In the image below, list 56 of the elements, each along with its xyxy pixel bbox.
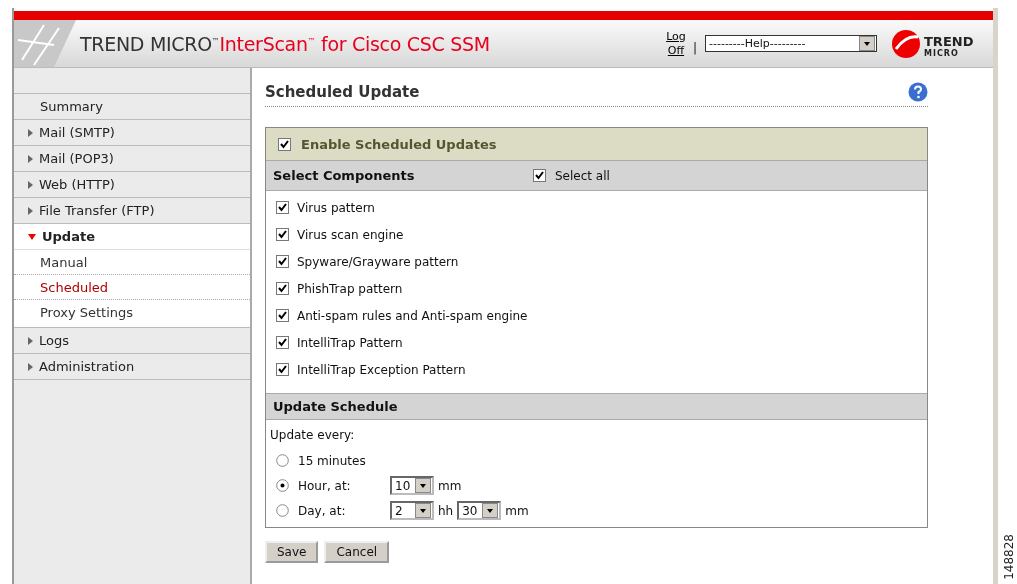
help-dropdown[interactable]: ---------Help--------- — [705, 35, 877, 52]
checkbox[interactable] — [276, 201, 289, 214]
company-logo: TREND MICRO — [891, 26, 975, 61]
radio-button[interactable] — [276, 504, 289, 517]
time-dropdown[interactable]: 30 — [457, 501, 502, 520]
component-label: Spyware/Grayware pattern — [297, 254, 459, 269]
form-button[interactable]: Save — [265, 541, 319, 563]
nav-item[interactable]: Update — [14, 223, 250, 249]
component-label: IntelliTrap Pattern — [297, 335, 403, 350]
brand-name: TREND MICRO$^{™}$ — [80, 32, 220, 55]
nav-subitem[interactable]: Manual — [14, 250, 250, 275]
component-label: Virus pattern — [297, 200, 375, 215]
checkbox[interactable] — [276, 255, 289, 268]
select-all-label: Select all — [555, 168, 610, 183]
caret-right-icon — [28, 206, 33, 215]
option-label: 15 minutes — [298, 453, 367, 468]
checkbox[interactable] — [533, 169, 546, 182]
log-off-link[interactable]: Log Off — [662, 29, 689, 58]
unit-label: hh — [438, 503, 454, 518]
figure-number: 148828 — [1002, 534, 1016, 580]
section-title: Select Components — [273, 168, 416, 183]
nav-subitem[interactable]: Proxy Settings — [14, 300, 250, 324]
caret-down-icon — [28, 233, 36, 240]
checkbox[interactable] — [276, 282, 289, 295]
time-dropdown[interactable]: 2 — [390, 501, 434, 520]
caret-right-icon — [28, 128, 33, 137]
help-icon[interactable] — [908, 82, 928, 102]
option-label: Day, at: — [298, 503, 347, 518]
section-title: Update Schedule — [273, 399, 399, 414]
checkbox[interactable] — [276, 363, 289, 376]
time-dropdown[interactable]: 10 — [390, 476, 434, 495]
checkbox[interactable] — [276, 336, 289, 349]
checkbox[interactable] — [276, 309, 289, 322]
form-button[interactable]: Cancel — [324, 541, 390, 563]
component-label: IntelliTrap Exception Pattern — [297, 362, 466, 377]
header-graphic — [14, 20, 76, 67]
radio-button[interactable] — [276, 454, 289, 467]
option-label: Hour, at: — [298, 478, 352, 493]
component-label: Anti-spam rules and Anti-spam engine — [297, 308, 528, 323]
caret-right-icon — [28, 154, 33, 163]
separator-text: | — [692, 40, 697, 55]
page-title: Scheduled Update — [265, 83, 420, 101]
checkbox[interactable] — [276, 228, 289, 241]
caret-right-icon — [28, 336, 33, 345]
radio-button[interactable] — [276, 479, 289, 492]
schedule-prompt: Update every: — [269, 427, 356, 444]
unit-label: mm — [505, 503, 529, 518]
nav-subitem[interactable]: Scheduled — [14, 275, 250, 300]
component-label: PhishTrap pattern — [297, 281, 403, 296]
checkbox[interactable] — [278, 137, 291, 151]
component-label: Virus scan engine — [297, 227, 404, 242]
unit-label: mm — [438, 478, 462, 493]
product-name: InterScan$^{™}$ for Cisco CSC SSM — [219, 32, 490, 55]
caret-right-icon — [28, 180, 33, 189]
enable-label: Enable Scheduled Updates — [301, 136, 497, 152]
caret-right-icon — [28, 362, 33, 371]
